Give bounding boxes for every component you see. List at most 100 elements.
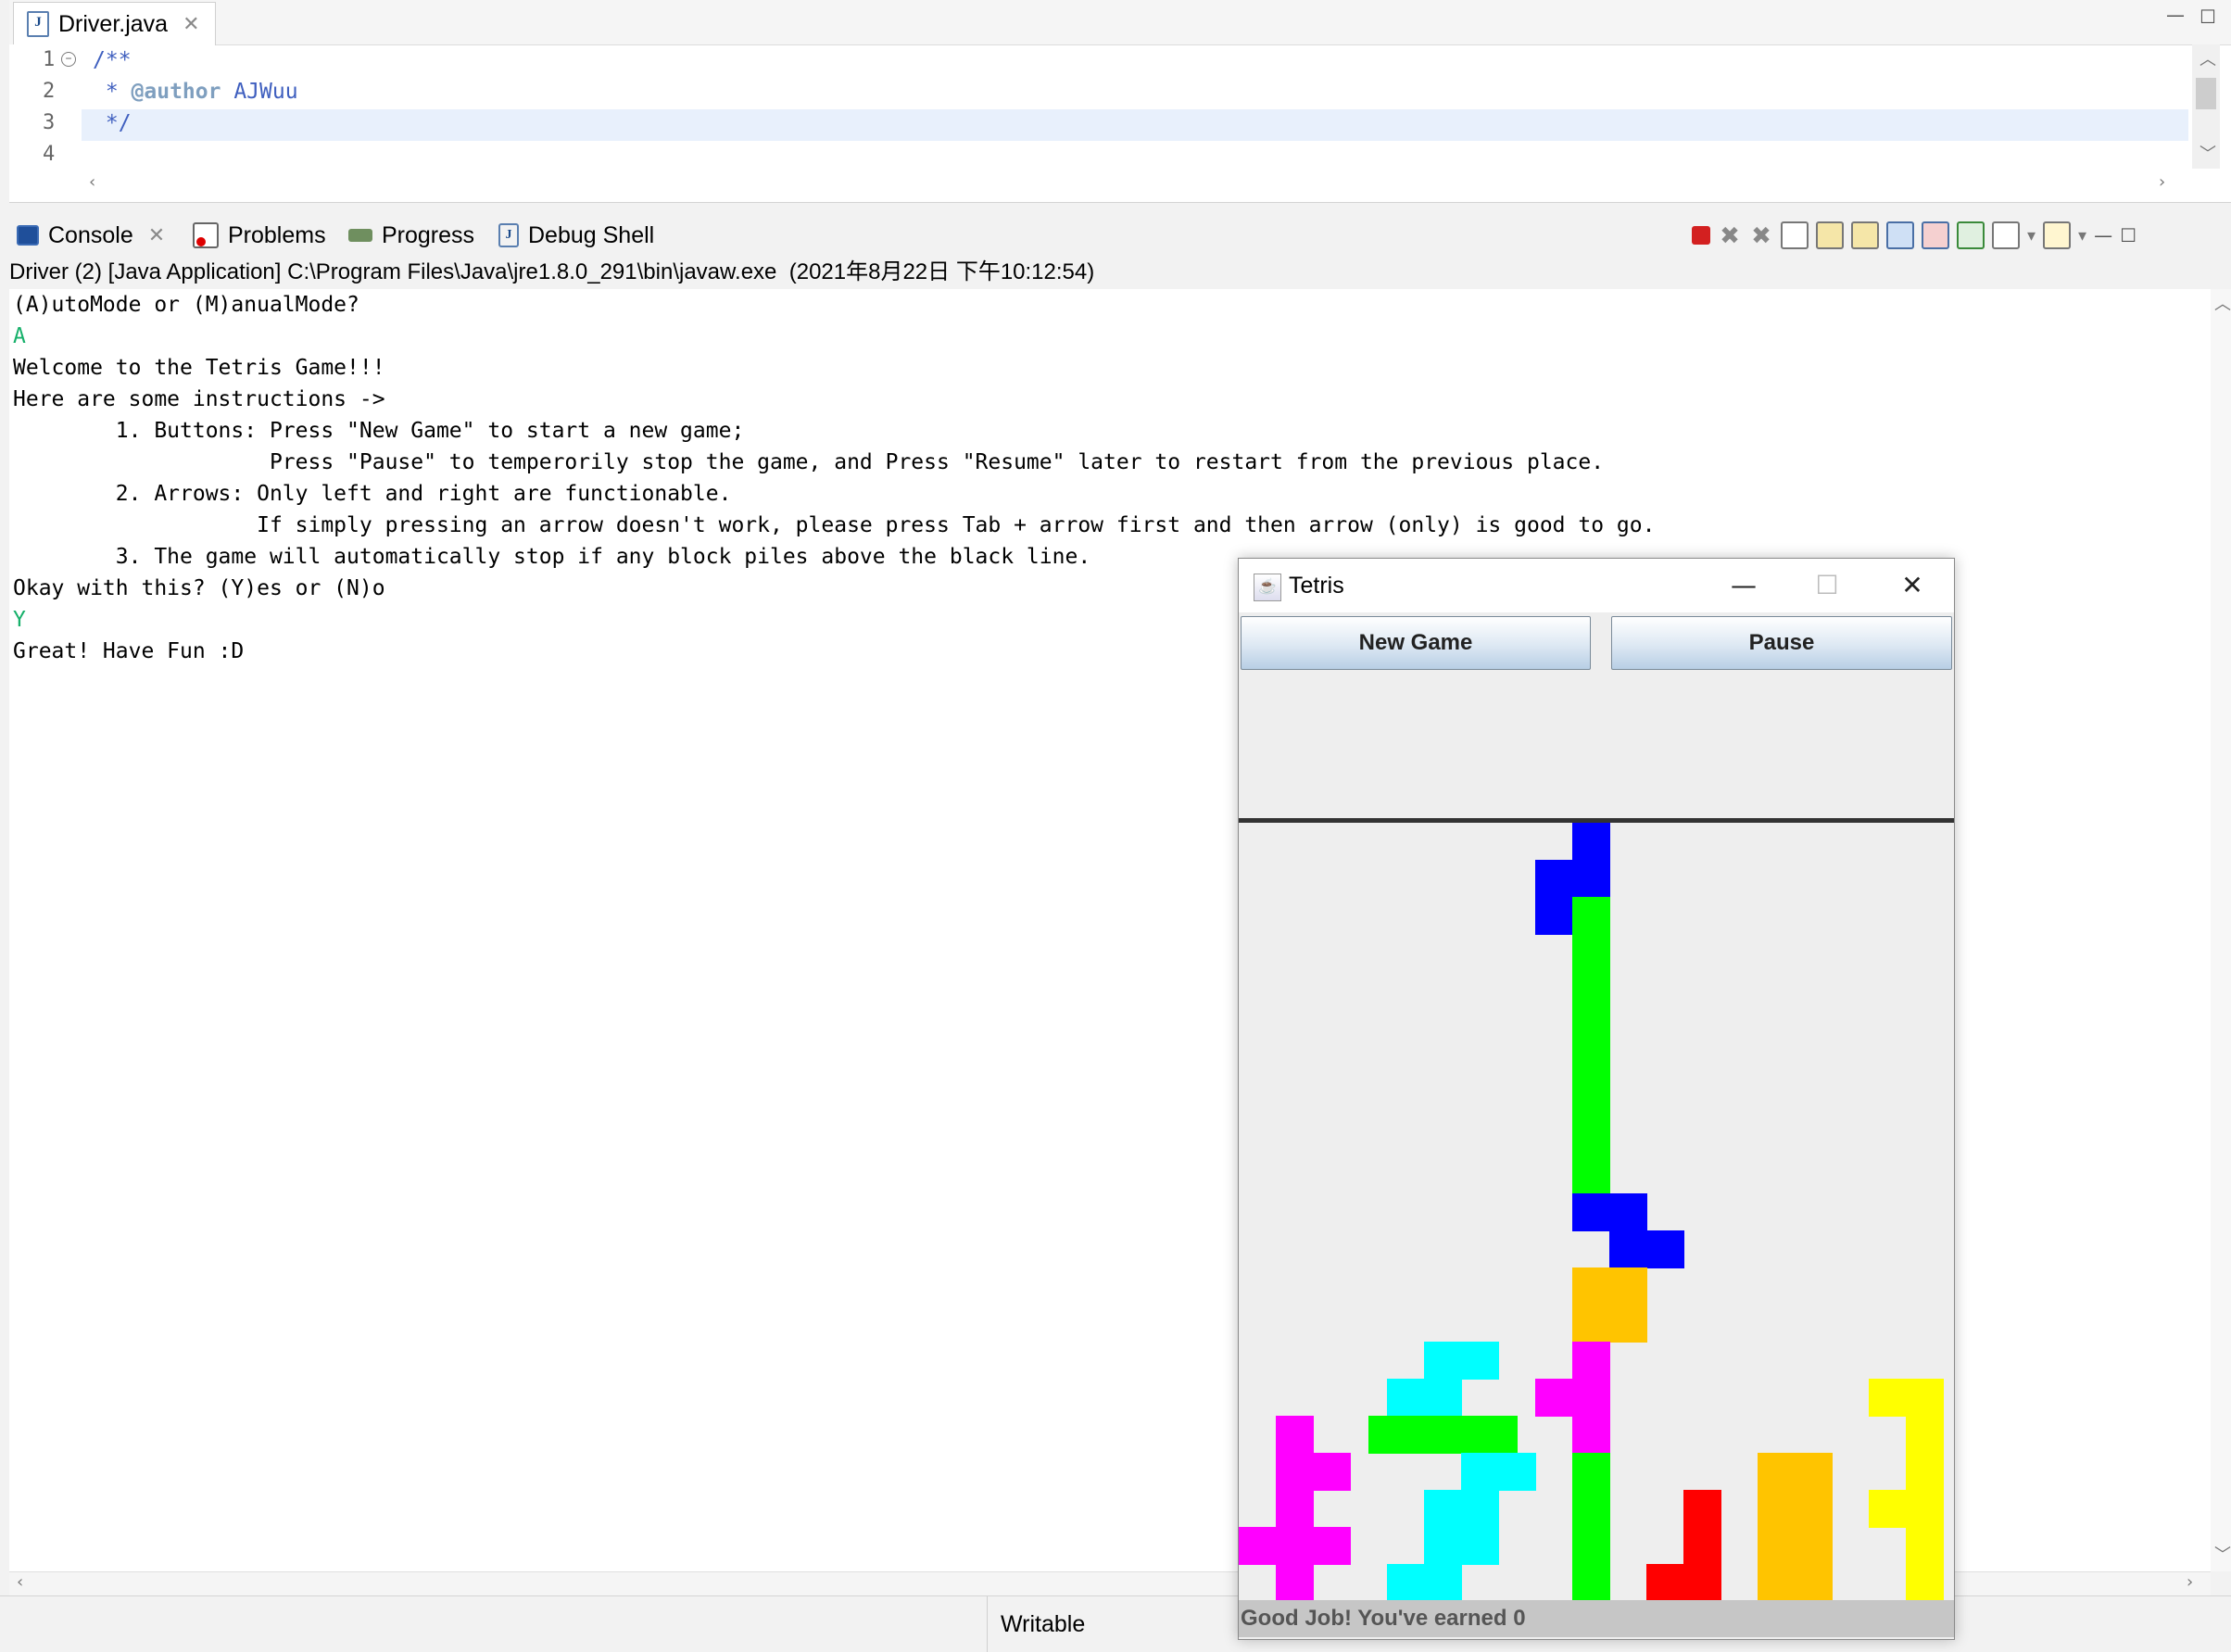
tetris-block-cell [1424,1527,1462,1565]
scroll-down-icon[interactable]: ﹀ [2214,1542,2231,1566]
clear-console-icon[interactable] [1781,221,1809,249]
line-number: 3 [43,111,56,134]
show-on-stderr-icon[interactable] [1922,221,1949,249]
tab-progress[interactable]: Progress [348,215,474,256]
tetris-block-cell [1609,1267,1647,1305]
tetris-block-cell [1906,1416,1944,1454]
editor-tab-label: Driver.java [58,10,169,37]
chevron-down-icon[interactable]: ▾ [2078,226,2086,246]
word-wrap-icon[interactable] [1851,221,1879,249]
maximize-icon[interactable]: ☐ [2199,6,2216,28]
scroll-right-icon[interactable]: › [2159,172,2165,192]
tetris-block-cell [1869,1490,1907,1528]
display-console-icon[interactable] [1992,221,2020,249]
tetris-block-cell [1758,1453,1796,1491]
java-cup-icon: ☕ [1254,574,1281,601]
tetris-block-cell [1906,1453,1944,1491]
tetris-block-cell [1869,1379,1907,1417]
tab-progress-label: Progress [382,221,475,248]
tetris-block-cell [1498,1453,1536,1491]
tetris-block-cell [1683,1527,1721,1565]
maximize-icon[interactable]: ☐ [1785,559,1869,612]
chevron-down-icon[interactable]: ▾ [2027,226,2036,246]
console-toolbar: ✖ ✖ ▾ ▾ — ☐ [1692,215,2220,256]
line-number: 4 [43,143,56,166]
tetris-block-cell [1906,1490,1944,1528]
remove-launch-icon[interactable]: ✖ [1718,223,1742,247]
code-line: /** [93,48,132,72]
remove-all-terminated-icon[interactable]: ✖ [1749,223,1773,247]
scroll-up-icon[interactable]: ︿ [2214,291,2231,315]
tetris-block-cell [1313,1527,1351,1565]
scroll-left-icon[interactable]: ‹ [89,172,95,192]
console-input-line: A [13,324,26,348]
tetris-block-cell [1480,1416,1518,1454]
console-input-line: Y [13,608,26,632]
current-line-highlight [82,109,2188,141]
console-line: 1. Buttons: Press "New Game" to start a … [13,419,745,443]
maximize-icon[interactable]: ☐ [2120,224,2136,246]
tetris-block-cell [1795,1564,1833,1602]
tetris-block-cell [1461,1342,1499,1380]
debug-shell-icon: J [498,223,519,247]
tetris-block-cell [1906,1564,1944,1602]
tetris-block-cell [1572,1008,1610,1046]
new-game-button[interactable]: New Game [1241,616,1591,670]
editor-tab-bar: J Driver.java ✕ — ☐ [9,0,2231,45]
tetris-block-cell [1646,1230,1684,1268]
tetris-block-cell [1758,1527,1796,1565]
scroll-up-icon[interactable]: ︿ [2199,46,2216,70]
tab-problems[interactable]: Problems [193,215,326,256]
tetris-block-cell [1461,1453,1499,1491]
tetris-block-cell [1758,1490,1796,1528]
tetris-block-cell [1795,1527,1833,1565]
close-icon[interactable]: ✕ [183,12,199,36]
tetris-block-cell [1368,1416,1406,1454]
fold-collapse-icon[interactable]: − [61,52,76,67]
editor-tab-driver-java[interactable]: J Driver.java ✕ [13,2,216,45]
tetris-block-cell [1572,1193,1610,1231]
tetris-block-cell [1758,1564,1796,1602]
problems-icon [193,222,219,248]
tetris-block-cell [1572,1305,1610,1343]
tetris-block-cell [1906,1527,1944,1565]
console-vertical-scrollbar[interactable]: ︿ ﹀ [2211,289,2231,1571]
tetris-block-cell [1572,1379,1610,1417]
tetris-block-cell [1572,1527,1610,1565]
minimize-icon[interactable]: — [2166,4,2185,26]
tab-debug-shell[interactable]: J Debug Shell [498,215,654,256]
editor-vertical-scrollbar[interactable]: ︿ ﹀ [2192,44,2220,169]
tetris-title: Tetris [1289,573,1344,599]
tetris-block-cell [1609,1230,1647,1268]
tetris-block-cell [1461,1490,1499,1528]
tab-problems-label: Problems [228,221,326,248]
tetris-block-cell [1276,1453,1314,1491]
code-area[interactable]: 1 − 2 3 4 /** * @author AJWuu */ [9,44,2231,169]
tetris-status-bar: Good Job! You've earned 0 [1239,1600,1954,1637]
close-icon[interactable]: ✕ [148,223,165,247]
minimize-icon[interactable]: — [1702,559,1785,612]
java-file-icon: J [27,11,49,37]
tab-console[interactable]: Console ✕ [17,215,165,256]
terminate-icon[interactable] [1692,226,1710,245]
tetris-board[interactable] [1239,823,1954,1602]
tetris-block-cell [1572,1267,1610,1305]
pause-button[interactable]: Pause [1611,616,1952,670]
minimize-icon[interactable]: — [2094,224,2112,246]
tab-debug-shell-label: Debug Shell [528,221,655,248]
scroll-right-icon[interactable]: › [2187,1572,2193,1592]
close-icon[interactable]: ✕ [1871,559,1954,612]
scroll-down-icon[interactable]: ﹀ [2199,141,2216,165]
tetris-title-bar[interactable]: ☕ Tetris — ☐ ✕ [1239,559,1954,612]
tetris-block-cell [1572,1564,1610,1602]
tetris-block-cell [1795,1453,1833,1491]
pin-console-icon[interactable] [1957,221,1985,249]
scroll-lock-icon[interactable] [1816,221,1844,249]
scroll-left-icon[interactable]: ‹ [17,1572,23,1592]
tetris-block-cell [1424,1342,1462,1380]
show-on-stdout-icon[interactable] [1886,221,1914,249]
open-console-icon[interactable] [2043,221,2072,249]
tetris-block-cell [1535,897,1573,935]
tetris-block-cell [1443,1416,1481,1454]
scroll-thumb[interactable] [2196,78,2216,109]
